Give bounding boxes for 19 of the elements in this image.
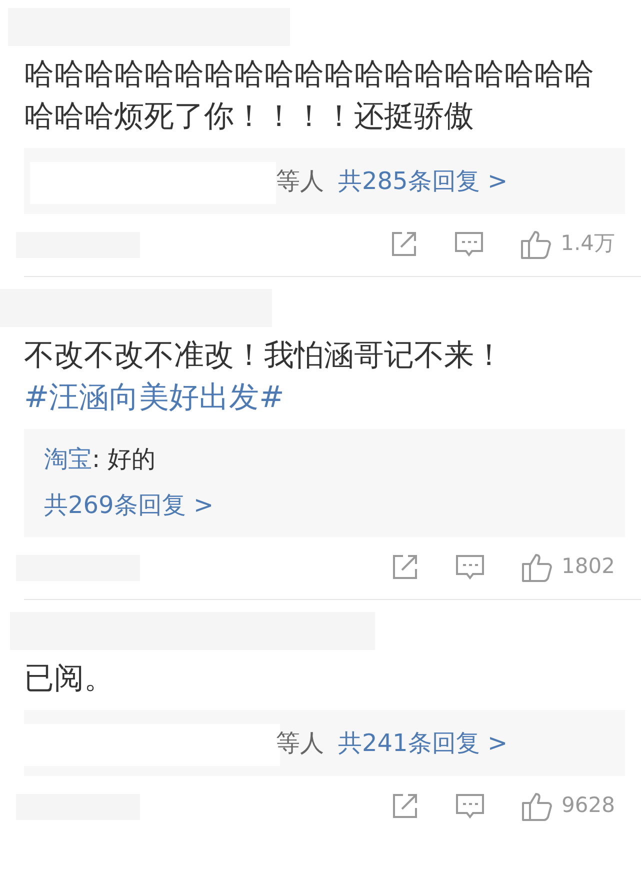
comment-icon[interactable] <box>454 791 486 821</box>
view-replies-link[interactable]: 共269条回复 > <box>44 487 214 523</box>
reply-names-suffix: 等人 <box>276 728 324 759</box>
comment-text: 哈哈哈哈哈哈哈哈哈哈哈哈哈哈哈哈哈哈哈哈哈哈烦死了你！！！！还挺骄傲 <box>24 56 595 136</box>
like-count: 1.4万 <box>560 230 615 258</box>
thumbs-up-icon[interactable] <box>520 551 554 583</box>
comment-text: 不改不改不准改！我怕涵哥记不来！ #汪涵向美好出发# <box>24 337 505 417</box>
reply-names-suffix: 等人 <box>276 166 324 197</box>
thumbs-up-icon[interactable] <box>520 790 554 822</box>
reply-preview: 淘宝: 好的 <box>44 444 156 475</box>
topic-link[interactable]: #汪涵向美好出发# <box>24 380 284 415</box>
view-replies-link[interactable]: 共285条回复 > <box>338 163 508 199</box>
like-count: 1802 <box>562 553 615 580</box>
comment-icon[interactable] <box>454 552 486 582</box>
view-replies-link[interactable]: 共241条回复 > <box>338 725 508 761</box>
thumbs-up-icon[interactable] <box>518 228 553 260</box>
comment-icon[interactable] <box>452 229 485 259</box>
comment-text: 已阅。 <box>24 660 115 698</box>
like-count: 9628 <box>562 792 615 820</box>
